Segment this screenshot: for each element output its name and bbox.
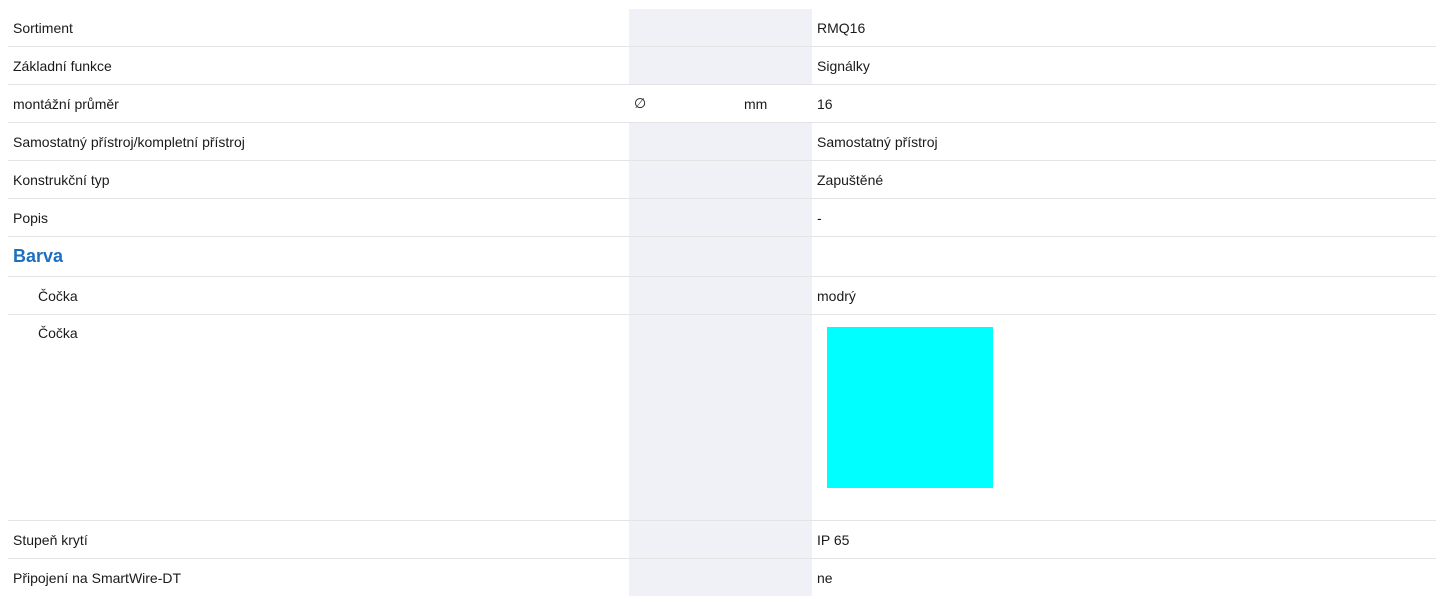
row-symbol bbox=[629, 47, 739, 85]
row-unit bbox=[739, 123, 812, 161]
row-value: IP 65 bbox=[812, 521, 1436, 559]
row-symbol bbox=[629, 123, 739, 161]
row-label: Připojení na SmartWire-DT bbox=[8, 559, 629, 596]
row-value: Samostatný přístroj bbox=[812, 123, 1436, 161]
row-label: Popis bbox=[8, 199, 629, 237]
section-barva: Barva bbox=[8, 237, 1436, 277]
row-label: Sortiment bbox=[8, 9, 629, 47]
row-symbol bbox=[629, 199, 739, 237]
row-value: 16 bbox=[812, 85, 1436, 123]
row-label: Základní funkce bbox=[8, 47, 629, 85]
table-row: Popis - bbox=[8, 199, 1436, 237]
row-label: Samostatný přístroj/kompletní přístroj bbox=[8, 123, 629, 161]
row-unit bbox=[739, 47, 812, 85]
row-label: montážní průměr bbox=[8, 85, 629, 123]
section-title: Barva bbox=[13, 246, 63, 266]
row-symbol bbox=[629, 9, 739, 47]
diameter-symbol: ∅ bbox=[629, 85, 739, 123]
row-symbol bbox=[629, 161, 739, 199]
row-value: Signálky bbox=[812, 47, 1436, 85]
table-row: Sortiment RMQ16 bbox=[8, 9, 1436, 47]
row-label: Čočka bbox=[8, 315, 629, 521]
row-value: ne bbox=[812, 559, 1436, 596]
table-row: Základní funkce Signálky bbox=[8, 47, 1436, 85]
table-row: montážní průměr ∅ mm 16 bbox=[8, 85, 1436, 123]
row-label: Stupeň krytí bbox=[8, 521, 629, 559]
row-value: modrý bbox=[812, 277, 1436, 315]
row-label: Konstrukční typ bbox=[8, 161, 629, 199]
table-row: Čočka bbox=[8, 315, 1436, 521]
row-value: - bbox=[812, 199, 1436, 237]
row-unit bbox=[739, 161, 812, 199]
table-row: Čočka modrý bbox=[8, 277, 1436, 315]
table-row: Samostatný přístroj/kompletní přístroj S… bbox=[8, 123, 1436, 161]
row-value: Zapuštěné bbox=[812, 161, 1436, 199]
spec-table: Sortiment RMQ16 Základní funkce Signálky… bbox=[8, 9, 1436, 596]
row-unit: mm bbox=[739, 85, 812, 123]
row-label: Čočka bbox=[8, 277, 629, 315]
table-row: Připojení na SmartWire-DT ne bbox=[8, 559, 1436, 596]
table-row: Konstrukční typ Zapuštěné bbox=[8, 161, 1436, 199]
row-value: RMQ16 bbox=[812, 9, 1436, 47]
lens-color-swatch bbox=[827, 327, 993, 488]
row-unit bbox=[739, 9, 812, 47]
row-unit bbox=[739, 199, 812, 237]
table-row: Stupeň krytí IP 65 bbox=[8, 521, 1436, 559]
